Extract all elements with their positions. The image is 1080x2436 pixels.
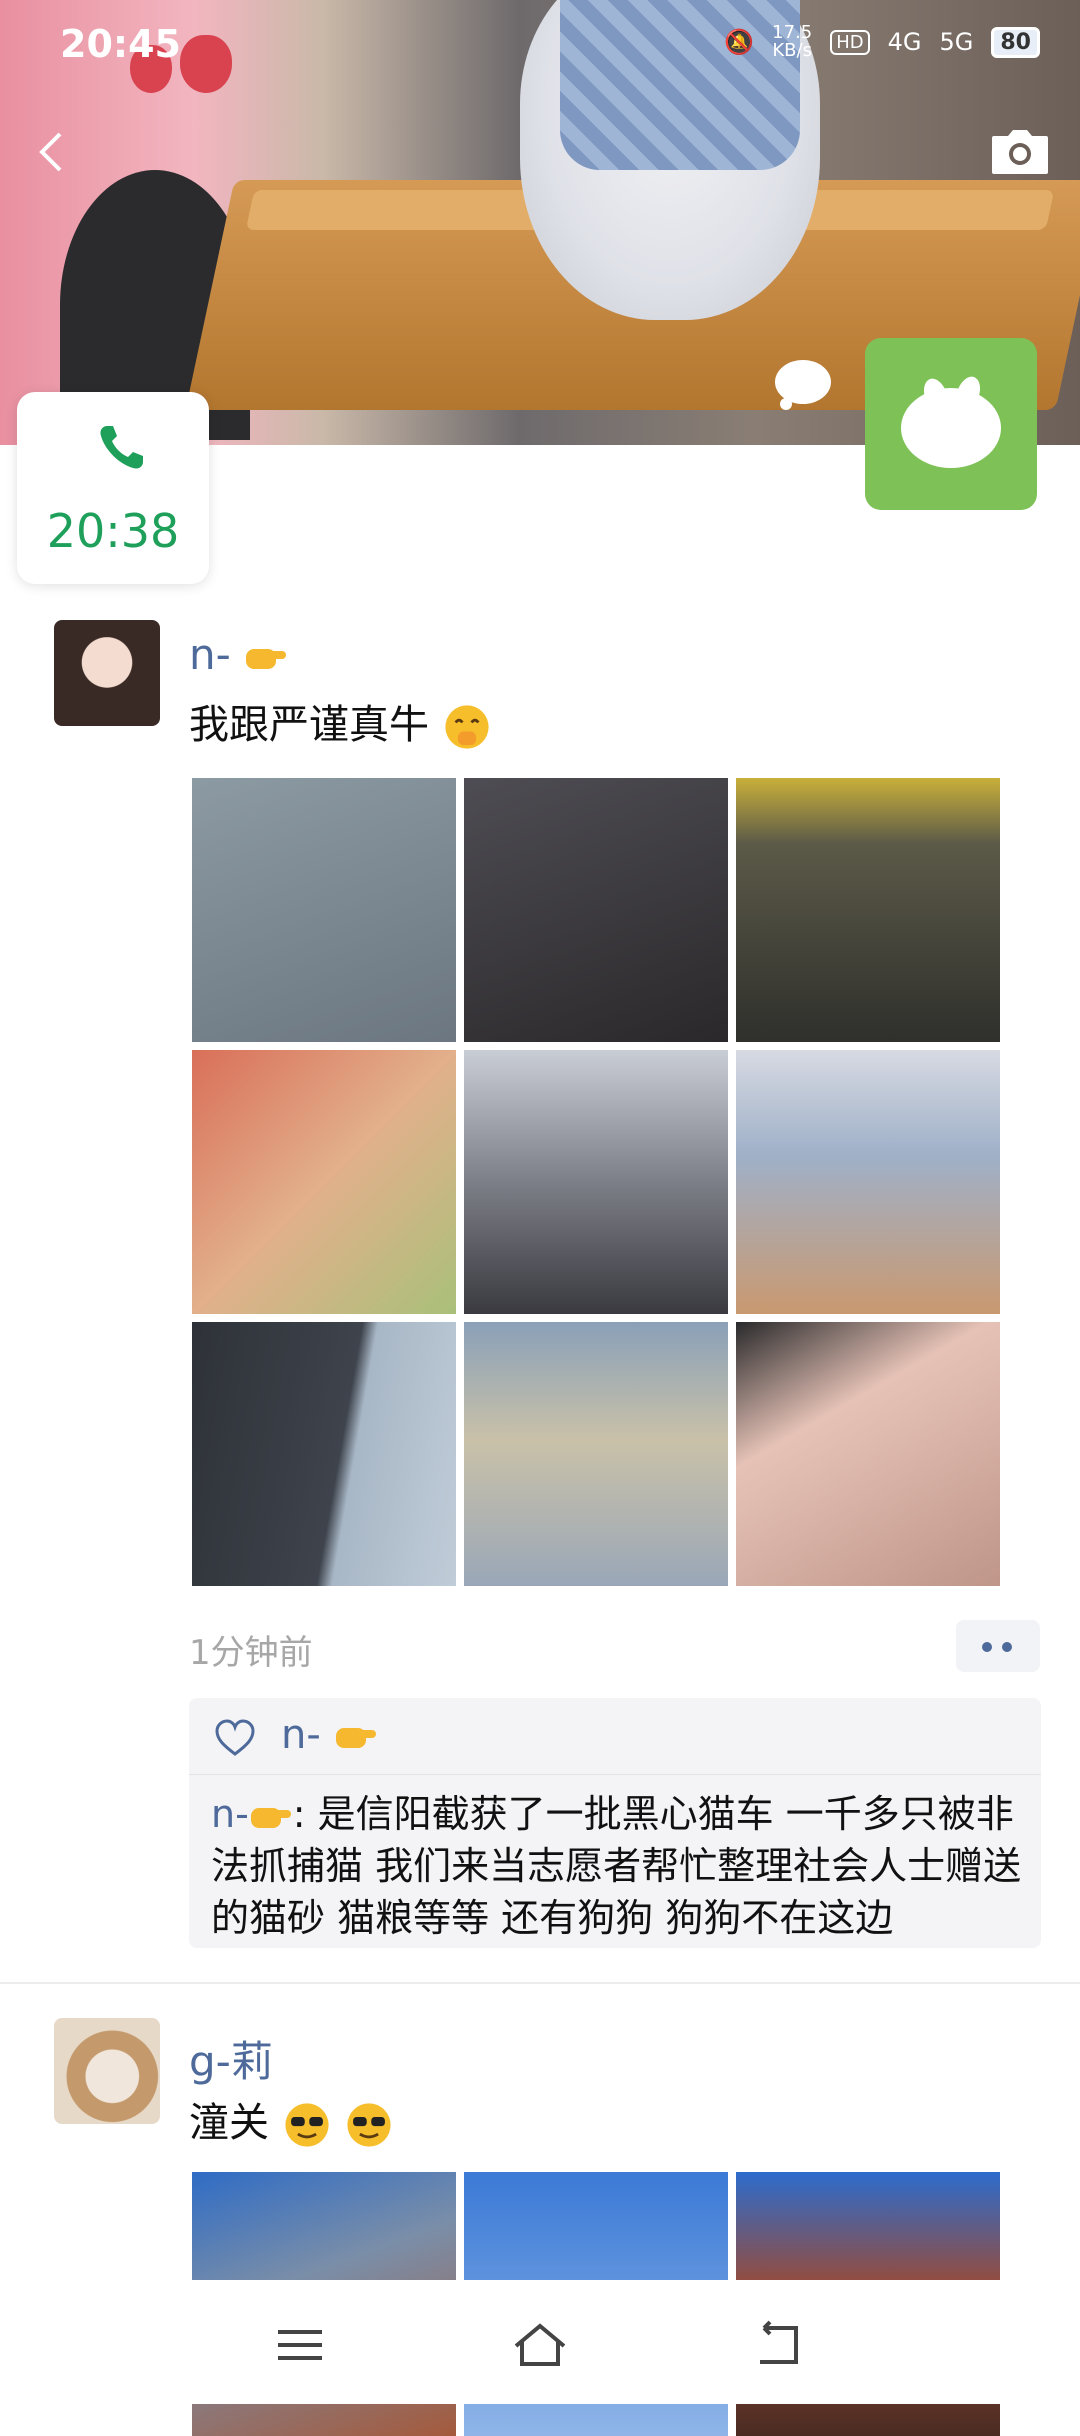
- home-icon[interactable]: [510, 2320, 570, 2370]
- post-timestamp: 1分钟前: [189, 1633, 313, 1673]
- post-content: 潼关: [189, 2090, 394, 2150]
- cats-in-cages-photo[interactable]: [192, 778, 456, 1042]
- signal-4g: 4G: [887, 28, 922, 56]
- avatar[interactable]: [54, 620, 160, 726]
- post-text: 潼关: [189, 2100, 269, 2146]
- pointing-hand-emoji: [335, 1728, 376, 1748]
- status-bubble-dot: [780, 398, 792, 410]
- nickname-text: n-: [189, 630, 231, 679]
- avatar[interactable]: [54, 2018, 160, 2124]
- status-bar: 20:45 🔕 17.5 KB/s HD 4G 5G 80: [0, 0, 1080, 96]
- menu-icon[interactable]: [270, 2320, 330, 2370]
- back-icon[interactable]: [32, 128, 72, 176]
- liker-text: n-: [281, 1712, 321, 1758]
- pointing-hand-emoji: [250, 1807, 291, 1828]
- fist-hand-photo[interactable]: [736, 1322, 1000, 1586]
- battery-icon: 80: [991, 26, 1040, 58]
- pointing-hand-emoji: [246, 648, 287, 669]
- sunglasses-face-emoji: [347, 2103, 392, 2147]
- heart-icon: [215, 1719, 255, 1756]
- shy-face-emoji: [445, 705, 489, 749]
- volunteers-dark-warehouse-photo[interactable]: [464, 778, 728, 1042]
- hd-icon: HD: [830, 29, 870, 55]
- dot: [1002, 1642, 1012, 1652]
- signal-5g: 5G: [939, 28, 974, 56]
- mute-icon: 🔕: [724, 28, 755, 56]
- comment-text: : 是信阳截获了一批黑心猫车 一千多只被非法抓捕猫 我们来当志愿者帮忙整理社会人…: [211, 1792, 1022, 1940]
- pants-closeup-photo[interactable]: [192, 1322, 456, 1586]
- more-actions-button[interactable]: [956, 1620, 1040, 1672]
- sticker-bunny: [901, 388, 1001, 468]
- warehouse-tables-photo[interactable]: [736, 778, 1000, 1042]
- comment[interactable]: n-: 是信阳截获了一批黑心猫车 一千多只被非法抓捕猫 我们来当志愿者帮忙整理社…: [211, 1788, 1031, 1944]
- liker-name[interactable]: n-: [281, 1712, 378, 1758]
- likes-row: n-: [189, 1698, 1041, 1775]
- comment-author-text: n-: [211, 1792, 249, 1836]
- net-speed-unit: KB/s: [772, 40, 812, 61]
- post-content: 我跟严谨真牛: [189, 692, 492, 752]
- food-boxes-photo[interactable]: [192, 1050, 456, 1314]
- post-text: 我跟严谨真牛: [189, 702, 429, 748]
- status-time: 20:45: [60, 22, 181, 66]
- post-nickname[interactable]: n-: [189, 630, 288, 679]
- camera-icon[interactable]: [990, 128, 1050, 176]
- sunglasses-face-emoji: [285, 2103, 329, 2147]
- call-duration: 20:38: [46, 504, 180, 558]
- supply-piles-photo[interactable]: [736, 1050, 1000, 1314]
- phone-icon: [100, 426, 143, 469]
- profile-sticker-avatar[interactable]: [865, 338, 1037, 510]
- likes-comments-box: n- n-: 是信阳截获了一批黑心猫车 一千多只被非法抓捕猫 我们来当志愿者帮忙…: [189, 1698, 1041, 1948]
- comment-author[interactable]: n-: [211, 1792, 293, 1836]
- status-icons: 🔕 17.5 KB/s HD 4G 5G 80: [724, 24, 1040, 60]
- post-nickname[interactable]: g-莉: [189, 2028, 273, 2089]
- system-navigation-bar: [0, 2280, 1080, 2404]
- volunteers-supplies-room-photo[interactable]: [464, 1050, 728, 1314]
- voice-call-card[interactable]: 20:38: [17, 392, 209, 584]
- cat-litter-bags-photo[interactable]: [464, 1322, 728, 1586]
- net-speed: 17.5 KB/s: [772, 24, 812, 60]
- back-nav-icon[interactable]: [750, 2320, 810, 2370]
- dot: [982, 1642, 992, 1652]
- photo-grid: [192, 778, 1000, 1586]
- post-divider: [0, 1982, 1080, 1984]
